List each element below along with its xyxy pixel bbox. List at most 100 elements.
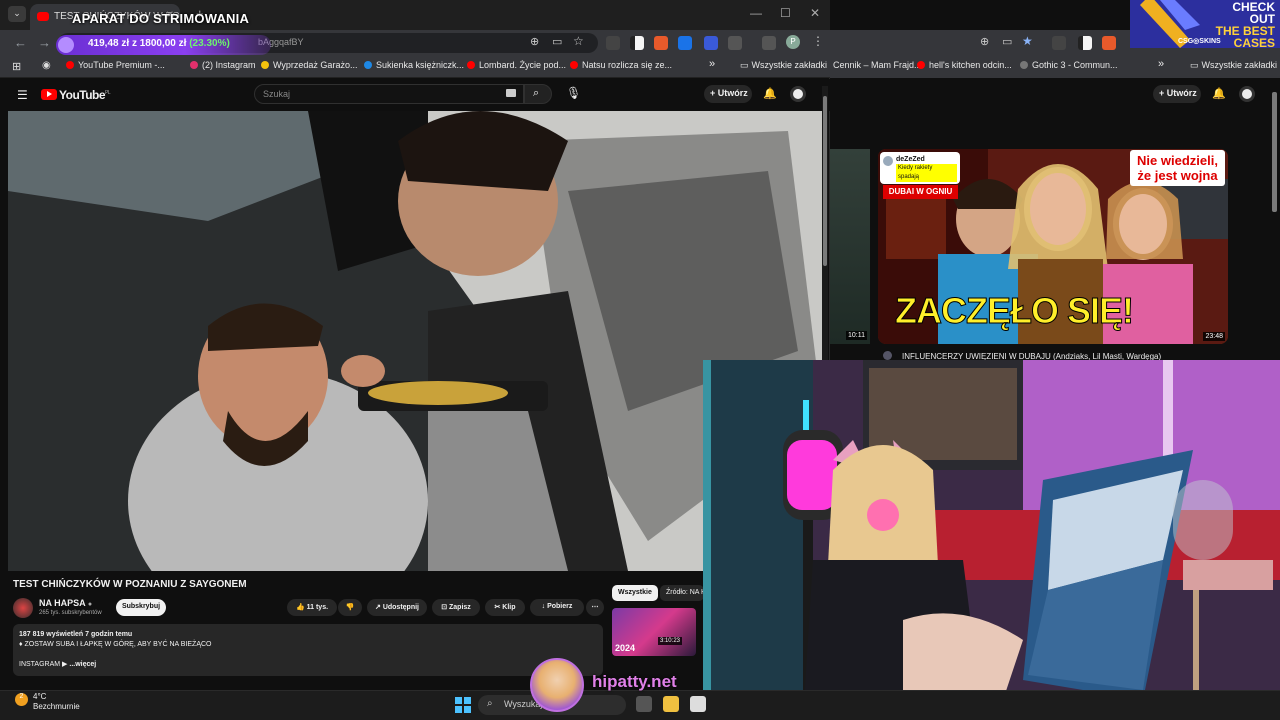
tab-search-button[interactable]: ⌄ (8, 6, 26, 22)
download-icon: ↓ (541, 603, 546, 610)
extensions-puzzle-icon[interactable] (728, 36, 742, 50)
bookmark-item[interactable]: Gothic 3 - Commun... (1020, 60, 1118, 70)
youtube-logo[interactable]: YouTubePL (41, 88, 111, 102)
video-frame (8, 111, 822, 571)
goal-widget-logo-icon (58, 37, 74, 53)
dislike-button[interactable]: 👎 (338, 599, 362, 616)
related-video-thumbnail[interactable]: 2024 3:10:23 (612, 608, 696, 656)
close-window-button[interactable]: ✕ (810, 6, 820, 20)
reading-list-icon[interactable] (762, 36, 776, 50)
browser-menu-icon[interactable]: ⋮ (812, 34, 824, 48)
store-icon[interactable] (690, 696, 706, 712)
forward-button[interactable]: → (38, 35, 51, 50)
save-button[interactable]: ⊡ Zapisz (432, 599, 480, 616)
description-more-prefix: INSTAGRAM ▶ (19, 661, 68, 668)
all-bookmarks-folder[interactable]: ▭ Wszystkie zakładki (740, 60, 827, 71)
extension-notes-icon[interactable] (630, 36, 644, 50)
channel-avatar-small[interactable] (883, 351, 892, 360)
bookmark-star-icon[interactable]: ★ (1022, 34, 1033, 48)
extension-search-icon[interactable] (1102, 36, 1116, 50)
weather-condition: Bezchmurnie (33, 702, 80, 711)
account-avatar[interactable] (1239, 86, 1255, 102)
zoom-icon[interactable]: ⊕ (980, 35, 989, 48)
thumb-headline: ZACZĘŁO SIĘ! (895, 290, 1135, 332)
instagram-icon (190, 61, 198, 69)
views-line: 187 819 wyświetleń 7 godzin temu (19, 631, 133, 638)
cast-icon[interactable]: ▭ (552, 35, 562, 48)
channel-avatar[interactable] (13, 598, 33, 618)
chip-source[interactable]: Źródło: NA H (660, 585, 704, 601)
search-button[interactable]: ⌕ (524, 84, 552, 104)
all-bookmarks-folder[interactable]: ▭ Wszystkie zakładki (1190, 60, 1277, 71)
bookmark-favicon-icon (261, 61, 269, 69)
youtube-icon (467, 61, 475, 69)
task-view-icon[interactable] (636, 696, 652, 712)
weather-widget[interactable]: 4°C Bezchmurnie (33, 692, 80, 712)
more-actions-button[interactable]: ⋯ (586, 599, 604, 616)
subscribe-button[interactable]: Subskrybuj (116, 599, 166, 616)
hamburger-menu-icon[interactable]: ☰ (17, 88, 28, 102)
folder-icon: ▭ (740, 60, 749, 70)
create-button[interactable]: + Utwórz (704, 85, 752, 103)
zoom-icon[interactable]: ⊕ (530, 35, 539, 48)
thumb-duration: 23:48 (1203, 332, 1225, 341)
download-button[interactable]: ↓ Pobierz (530, 599, 584, 616)
bookmark-item[interactable]: Sukienka księżniczk... (364, 60, 464, 70)
minimize-button[interactable]: — (750, 6, 762, 20)
bookmark-item[interactable]: Lombard. Życie pod... (467, 60, 566, 70)
apps-grid-icon[interactable]: ⊞ (12, 60, 21, 73)
extension-translate-icon[interactable] (678, 36, 692, 50)
show-more-link[interactable]: ...więcej (69, 661, 96, 668)
search-input[interactable]: Szukaj (254, 84, 524, 104)
bookmarks-overflow[interactable]: » (1158, 58, 1164, 70)
video-description[interactable]: 187 819 wyświetleń 7 godzin temu ♦ ZOSTA… (13, 624, 603, 676)
maximize-button[interactable]: ☐ (780, 6, 791, 20)
bookmark-item[interactable]: Natsu rozlicza się ze... (570, 60, 672, 70)
bookmark-favicon-icon (364, 61, 372, 69)
file-explorer-icon[interactable] (663, 696, 679, 712)
scrollbar-thumb-right[interactable] (1272, 92, 1277, 212)
bookmark-item[interactable]: Wyprzedaż Garażo... (261, 60, 357, 70)
channel-name[interactable]: NA HAPSA ● (39, 598, 92, 608)
chip-all[interactable]: Wszystkie (612, 585, 658, 601)
thumb-duration: 3:10:23 (657, 637, 682, 645)
back-button[interactable]: ← (14, 35, 27, 50)
folder-icon: ▭ (1190, 60, 1199, 70)
extension-icon[interactable] (1052, 36, 1066, 50)
scrollbar-thumb[interactable] (823, 96, 827, 266)
microphone-icon[interactable]: 🎙 (566, 86, 581, 100)
bookmark-item[interactable]: YouTube Premium -... (66, 60, 165, 70)
create-button[interactable]: + Utwórz (1153, 85, 1201, 103)
thumbs-up-icon: 👍 (295, 604, 305, 611)
goal-separator: z (131, 38, 137, 49)
thumb-callout: Nie wiedzieli, że jest wojna (1130, 150, 1225, 186)
share-button[interactable]: ↗ Udostępnij (367, 599, 427, 616)
profile-avatar[interactable]: P (786, 35, 800, 49)
account-avatar[interactable] (790, 86, 806, 102)
clip-button[interactable]: ✂ Klip (485, 599, 525, 616)
weather-icon: 2 (15, 693, 28, 706)
bookmark-star-icon[interactable]: ☆ (573, 34, 584, 48)
extension-icon[interactable] (606, 36, 620, 50)
extension-search-icon[interactable] (654, 36, 668, 50)
cast-icon[interactable]: ▭ (1002, 35, 1012, 48)
notifications-bell-icon[interactable]: 🔔 (1212, 87, 1226, 100)
watermark-avatar (530, 658, 584, 712)
notifications-bell-icon[interactable]: 🔔 (763, 87, 777, 100)
video-title: TEST CHIŃCZYKÓW W POZNANIU Z SAYGONEM (13, 579, 247, 590)
bookmark-item[interactable]: hell's kitchen odcin... (917, 60, 1012, 70)
windows-start-icon[interactable] (455, 697, 471, 713)
keyboard-icon[interactable] (506, 89, 516, 97)
bookmark-github-icon[interactable]: ◉ (42, 60, 51, 71)
temperature: 4°C (33, 692, 47, 701)
extension-calendar-icon[interactable] (704, 36, 718, 50)
video-thumbnail-partial[interactable]: 10:11 (830, 149, 870, 344)
extension-notes-icon[interactable] (1078, 36, 1092, 50)
bookmark-item[interactable]: (2) Instagram (190, 60, 256, 70)
like-button[interactable]: 👍 11 tys. (287, 599, 337, 616)
video-player[interactable] (8, 111, 822, 571)
search-icon: ⌕ (533, 87, 540, 99)
tweet-card: deZeZed Kiedy rakiety spadają (880, 152, 960, 184)
bookmark-item[interactable]: Cennik – Mam Frajd... (833, 60, 922, 70)
bookmarks-overflow[interactable]: » (709, 58, 715, 70)
